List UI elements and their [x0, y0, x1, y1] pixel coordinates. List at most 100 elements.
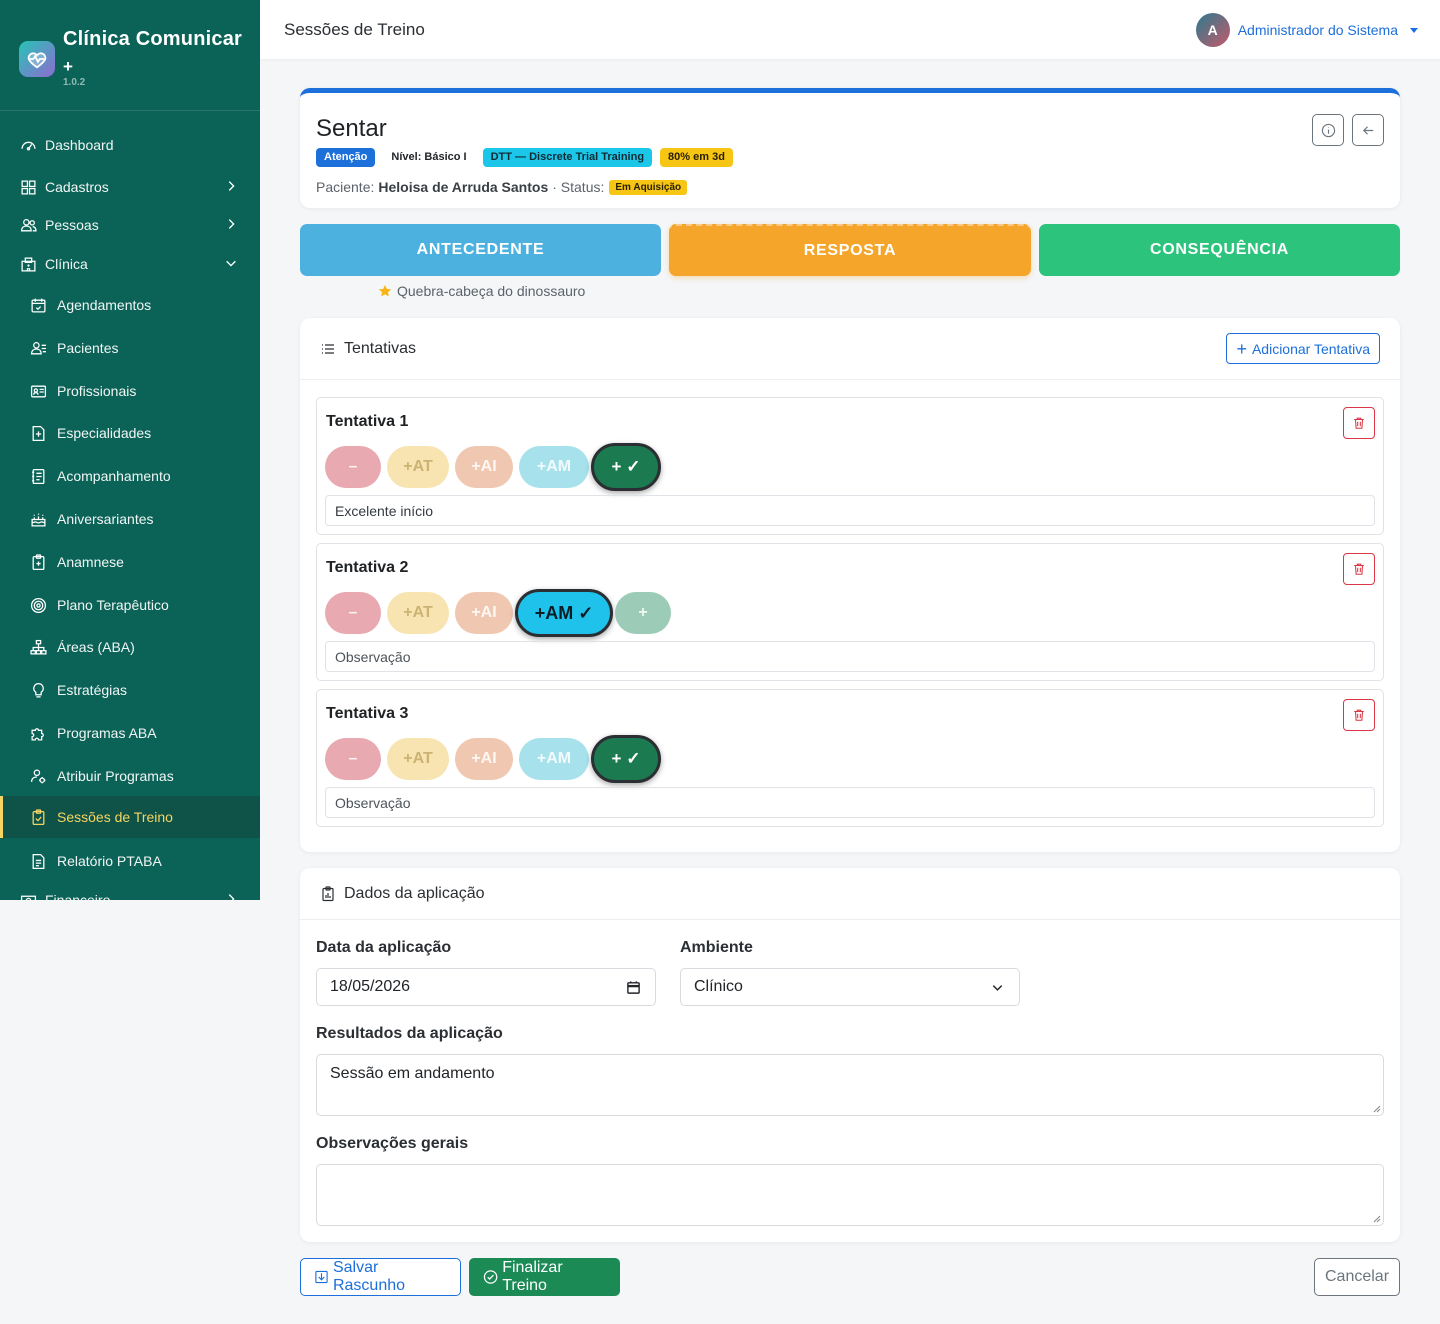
calendar-icon [627, 980, 640, 994]
date-input[interactable]: 18/05/2026 [316, 968, 656, 1006]
trials-card: Tentativas + Adicionar Tentativa Tentati… [300, 318, 1400, 852]
app-name: Clínica Comunicar [63, 28, 242, 50]
consequence-button[interactable]: CONSEQUÊNCIA [1039, 224, 1400, 276]
sidebar-item-estrategias[interactable]: Estratégias [0, 669, 260, 711]
option-am[interactable]: +AM [519, 446, 589, 488]
sidebar-item-relatorio-ptaba[interactable]: Relatório PTABA [0, 840, 260, 882]
option-ai[interactable]: +AI [455, 592, 513, 634]
sidebar-item-label: Atribuir Programas [57, 768, 174, 784]
sidebar-item-atribuir-programas[interactable]: Atribuir Programas [0, 755, 260, 797]
sidebar-item-acompanhamento[interactable]: Acompanhamento [0, 455, 260, 497]
sidebar-item-label: Sessões de Treino [57, 809, 173, 825]
sidebar-item-pacientes[interactable]: Pacientes [0, 327, 260, 369]
env-value: Clínico [694, 978, 743, 995]
sidebar-item-clinica[interactable]: Clínica [0, 243, 260, 285]
sidebar-item-especialidades[interactable]: Especialidades [0, 412, 260, 454]
download-icon [315, 1270, 328, 1284]
date-label: Data da aplicação [316, 939, 452, 956]
option-at[interactable]: +AT [387, 738, 449, 780]
env-select[interactable]: Clínico [680, 968, 1020, 1006]
save-draft-button[interactable]: Salvar Rascunho [300, 1258, 461, 1296]
criterion-badge: 80% em 3d [660, 148, 733, 167]
patient-label: Paciente: [316, 179, 375, 195]
option-at[interactable]: +AT [387, 446, 449, 488]
trial-title: Tentativa 2 [326, 559, 409, 576]
notes-textarea[interactable] [316, 1164, 1384, 1226]
diagram-icon [29, 638, 47, 656]
results-textarea[interactable]: Sessão em andamento [316, 1054, 1384, 1116]
clipboard-check-icon [29, 808, 47, 826]
sidebar-item-plano-terapeutico[interactable]: Plano Terapêutico [0, 584, 260, 626]
sidebar-item-label: Pessoas [45, 217, 99, 233]
sidebar-item-agendamentos[interactable]: Agendamentos [0, 284, 260, 326]
sidebar-item-financeiro[interactable]: Financeiro [0, 879, 260, 900]
sidebar-item-label: Especialidades [57, 425, 152, 441]
sidebar-item-cadastros[interactable]: Cadastros [0, 166, 260, 208]
results-label: Resultados da aplicação [316, 1025, 503, 1042]
option-plus-selected[interactable]: + ✓ [591, 735, 661, 783]
option-minus[interactable]: – [325, 592, 381, 634]
sidebar-item-label: Pacientes [57, 340, 119, 356]
sidebar-item-sessoes-de-treino[interactable]: Sessões de Treino [0, 796, 260, 838]
antecedent-button[interactable]: ANTECEDENTE [300, 224, 661, 276]
user-menu[interactable]: A Administrador do Sistema [1195, 13, 1418, 47]
stimulus: Quebra-cabeça do dinossauro [378, 283, 585, 299]
add-trial-button[interactable]: + Adicionar Tentativa [1226, 333, 1380, 364]
sidebar-item-label: Agendamentos [57, 297, 152, 313]
person-gear-icon [29, 767, 47, 785]
list-icon [322, 343, 334, 354]
delete-trial-button[interactable] [1343, 407, 1375, 439]
trial-card: Tentativa 1 – +AT +AI +AM + ✓ Excelente … [316, 397, 1384, 535]
trial-title: Tentativa 1 [326, 413, 409, 430]
observation-input[interactable]: Excelente início [325, 495, 1375, 526]
cancel-button[interactable]: Cancelar [1314, 1258, 1400, 1296]
option-plus[interactable]: + [615, 592, 671, 634]
chevron-right-icon [228, 219, 235, 229]
option-minus[interactable]: – [325, 446, 381, 488]
sidebar-item-pessoas[interactable]: Pessoas [0, 204, 260, 246]
delete-trial-button[interactable] [1343, 699, 1375, 731]
info-button[interactable] [1312, 114, 1344, 146]
resize-grip-icon [1373, 1215, 1381, 1223]
response-options: – +AT +AI +AM ✓ + [325, 589, 677, 637]
option-am-selected[interactable]: +AM ✓ [515, 589, 613, 637]
save-draft-label: Salvar Rascunho [332, 1259, 406, 1294]
option-at[interactable]: +AT [387, 592, 449, 634]
brand: Clínica Comunicar + 1.0.2 [0, 0, 260, 111]
option-plus-selected[interactable]: + ✓ [591, 443, 661, 491]
option-ai[interactable]: +AI [455, 738, 513, 780]
grid-icon [19, 178, 37, 196]
sidebar-item-anamnese[interactable]: Anamnese [0, 541, 260, 583]
program-title: Sentar [316, 115, 387, 142]
sidebar: Clínica Comunicar + 1.0.2 Dashboard Cada… [0, 0, 260, 900]
observation-input[interactable]: Observação [325, 641, 1375, 672]
file-medical-icon [29, 424, 47, 442]
sidebar-item-dashboard[interactable]: Dashboard [0, 124, 260, 166]
observation-input[interactable]: Observação [325, 787, 1375, 818]
sidebar-item-areas-aba[interactable]: Áreas (ABA) [0, 626, 260, 668]
sidebar-item-label: Áreas (ABA) [57, 639, 135, 655]
caret-down-icon [1410, 27, 1418, 33]
option-minus[interactable]: – [325, 738, 381, 780]
sidebar-item-profissionais[interactable]: Profissionais [0, 370, 260, 412]
delete-trial-button[interactable] [1343, 553, 1375, 585]
response-button[interactable]: RESPOSTA [669, 224, 1031, 276]
id-card-icon [29, 382, 47, 400]
trials-title: Tentativas [344, 339, 417, 357]
puzzle-icon [29, 724, 47, 742]
option-ai[interactable]: +AI [455, 446, 513, 488]
back-button[interactable] [1352, 114, 1384, 146]
clipboard-plus-icon [29, 553, 47, 571]
speedometer-icon [19, 136, 37, 154]
sidebar-item-label: Profissionais [57, 383, 137, 399]
program-card: Sentar Atenção Nível: Básico I DTT — Dis… [300, 88, 1400, 208]
hospital-icon [19, 255, 37, 273]
sidebar-item-programas-aba[interactable]: Programas ABA [0, 712, 260, 754]
sidebar-item-label: Dashboard [45, 137, 114, 153]
sidebar-item-label: Relatório PTABA [57, 853, 162, 869]
sidebar-item-aniversariantes[interactable]: Aniversariantes [0, 498, 260, 540]
option-am[interactable]: +AM [519, 738, 589, 780]
finish-training-button[interactable]: Finalizar Treino [469, 1258, 620, 1296]
application-title: Dados da aplicação [344, 884, 485, 902]
response-options: – +AT +AI +AM + ✓ [325, 735, 667, 783]
